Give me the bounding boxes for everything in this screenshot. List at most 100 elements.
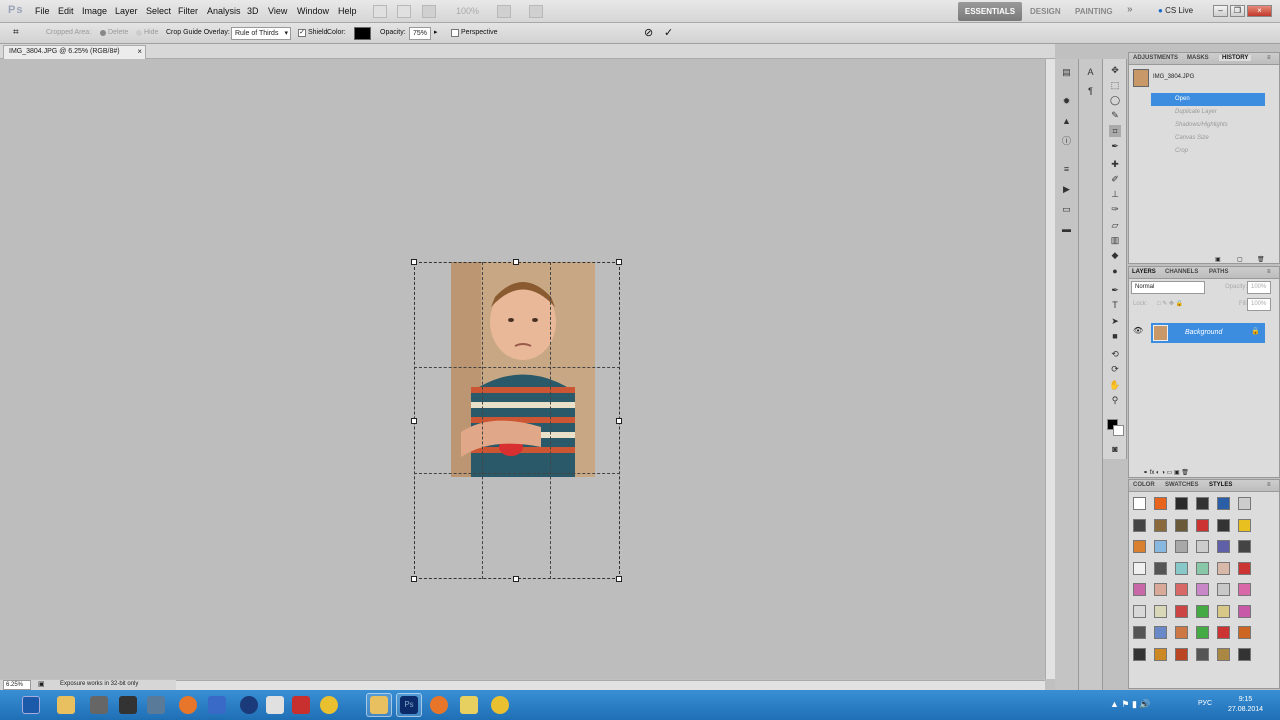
style-swatch[interactable] xyxy=(1133,561,1146,575)
explorer-icon[interactable] xyxy=(57,696,75,714)
histogram-icon[interactable]: ▲ xyxy=(1060,115,1073,127)
style-swatch[interactable] xyxy=(1154,561,1167,575)
style-swatch[interactable] xyxy=(1175,647,1188,661)
eraser-tool-icon[interactable]: ▱ xyxy=(1109,219,1121,231)
blur-tool-icon[interactable]: ◆ xyxy=(1109,249,1121,261)
crop-handle-bottom-left[interactable] xyxy=(411,576,417,582)
history-item-crop[interactable]: Crop xyxy=(1151,145,1265,158)
style-swatch[interactable] xyxy=(1238,561,1251,575)
opacity-input[interactable]: 75% xyxy=(409,27,431,40)
menu-3d[interactable]: 3D xyxy=(247,6,259,16)
lasso-tool-icon[interactable]: ◯ xyxy=(1109,94,1121,106)
zoom-tool-icon[interactable]: ⚲ xyxy=(1109,394,1121,406)
style-swatch[interactable] xyxy=(1133,626,1146,639)
crop-tool-icon[interactable]: ⌗ xyxy=(1109,125,1121,137)
perspective-checkbox[interactable] xyxy=(451,29,459,37)
launch-bridge-button[interactable] xyxy=(373,5,387,18)
crop-handle-top-right[interactable] xyxy=(616,259,622,265)
menu-edit[interactable]: Edit xyxy=(58,6,74,16)
path-selection-tool-icon[interactable]: ➤ xyxy=(1109,315,1121,327)
style-swatch[interactable] xyxy=(1217,540,1230,553)
cancel-crop-icon[interactable]: ⊘ xyxy=(644,26,653,39)
tab-channels[interactable]: CHANNELS xyxy=(1165,269,1198,275)
new-document-icon[interactable]: ▢ xyxy=(1237,256,1243,263)
style-swatch[interactable] xyxy=(1196,626,1209,639)
crop-handle-top[interactable] xyxy=(513,259,519,265)
style-swatch[interactable] xyxy=(1175,604,1188,618)
shield-color-swatch[interactable] xyxy=(354,27,371,40)
style-swatch[interactable] xyxy=(1217,583,1230,596)
style-swatch[interactable] xyxy=(1133,497,1146,510)
style-swatch[interactable] xyxy=(1217,604,1230,618)
style-swatch[interactable] xyxy=(1217,518,1230,532)
style-swatch[interactable] xyxy=(1154,583,1167,596)
actions-icon[interactable]: ▶ xyxy=(1060,183,1073,195)
layer-comps-icon[interactable]: ≡ xyxy=(1060,163,1073,175)
style-swatch[interactable] xyxy=(1196,561,1209,575)
menu-layer[interactable]: Layer xyxy=(115,6,138,16)
style-swatch[interactable] xyxy=(1175,518,1188,532)
new-snapshot-icon[interactable]: ▣ xyxy=(1215,256,1221,263)
type-tool-icon[interactable]: T xyxy=(1109,299,1121,311)
crop-guide-overlay-select[interactable]: Rule of Thirds ▾ xyxy=(231,27,291,40)
layer-visibility-eye-icon[interactable]: 👁 xyxy=(1133,326,1143,335)
style-swatch[interactable] xyxy=(1217,626,1230,639)
menu-file[interactable]: File xyxy=(35,6,50,16)
panel-menu-icon[interactable]: ≡ xyxy=(1267,55,1271,61)
show-desktop-icon[interactable] xyxy=(22,696,40,714)
document-tab[interactable]: IMG_3804.JPG @ 6.25% (RGB/8#) × xyxy=(3,45,146,59)
tab-swatches[interactable]: SWATCHES xyxy=(1165,482,1199,488)
horizontal-scrollbar[interactable] xyxy=(176,680,1045,690)
vertical-scrollbar[interactable] xyxy=(1045,59,1055,679)
3d-rotate-tool-icon[interactable]: ⟲ xyxy=(1109,348,1121,360)
style-swatch[interactable] xyxy=(1238,626,1251,639)
crop-handle-top-left[interactable] xyxy=(411,259,417,265)
style-swatch[interactable] xyxy=(1196,647,1209,661)
style-swatch[interactable] xyxy=(1133,518,1146,532)
shield-checkbox[interactable]: ✓ xyxy=(298,29,306,37)
blend-mode-select[interactable]: Normal xyxy=(1131,281,1205,294)
history-brush-tool-icon[interactable]: ✑ xyxy=(1109,203,1121,215)
taskbar-app-icon[interactable] xyxy=(240,696,258,714)
history-item-shadows-highlights[interactable]: Shadows/Highlights xyxy=(1151,119,1265,132)
style-swatch[interactable] xyxy=(1154,626,1167,639)
workspace-essentials[interactable]: ESSENTIALS xyxy=(958,2,1022,21)
info-icon[interactable]: ⓘ xyxy=(1060,135,1073,147)
commit-crop-icon[interactable]: ✓ xyxy=(664,26,673,39)
healing-brush-tool-icon[interactable]: ✚ xyxy=(1109,158,1121,170)
delete-radio[interactable] xyxy=(100,30,106,36)
mini-bridge-icon[interactable]: ▤ xyxy=(1060,66,1073,78)
workspace-more-chevron-icon[interactable]: » xyxy=(1127,4,1133,15)
workspace-design[interactable]: DESIGN xyxy=(1030,7,1061,16)
tab-masks[interactable]: MASKS xyxy=(1187,55,1209,61)
fill-input[interactable]: 100% xyxy=(1247,298,1271,311)
style-swatch[interactable] xyxy=(1238,604,1251,618)
hand-tool-icon[interactable]: ✋ xyxy=(1109,379,1121,391)
menu-select[interactable]: Select xyxy=(146,6,171,16)
background-color-swatch[interactable] xyxy=(1113,425,1124,436)
dodge-tool-icon[interactable]: ● xyxy=(1109,265,1121,277)
eyedropper-tool-icon[interactable]: ✒ xyxy=(1109,140,1121,152)
tab-history[interactable]: HISTORY xyxy=(1219,55,1252,61)
close-window-button[interactable]: × xyxy=(1247,5,1272,17)
style-swatch[interactable] xyxy=(1196,604,1209,618)
clock[interactable]: 9:15 27.08.2014 xyxy=(1228,695,1263,715)
layer-opacity-input[interactable]: 100% xyxy=(1247,281,1271,294)
delete-state-icon[interactable]: 🗑 xyxy=(1257,256,1265,263)
layers-footer-icons[interactable]: ⚭ fx ◐ ◑ ▭ ▣ 🗑 xyxy=(1143,469,1189,476)
menu-window[interactable]: Window xyxy=(297,6,329,16)
taskbar-app-icon[interactable] xyxy=(90,696,108,714)
layer-row-background[interactable]: Background xyxy=(1151,323,1265,343)
paragraph-icon[interactable]: ¶ xyxy=(1084,85,1097,97)
history-item-open[interactable]: Open xyxy=(1151,93,1265,106)
style-swatch[interactable] xyxy=(1217,561,1230,575)
pen-tool-icon[interactable]: ✒ xyxy=(1109,284,1121,296)
style-swatch[interactable] xyxy=(1133,540,1146,553)
zoom-field[interactable]: 6.25% xyxy=(3,680,31,690)
style-swatch[interactable] xyxy=(1238,647,1251,661)
taskbar-app-icon[interactable] xyxy=(292,696,310,714)
move-tool-icon[interactable]: ✥ xyxy=(1109,64,1121,76)
panel-menu-icon[interactable]: ≡ xyxy=(1267,482,1271,488)
style-swatch[interactable] xyxy=(1196,583,1209,596)
arrange-documents-button[interactable] xyxy=(497,5,511,18)
